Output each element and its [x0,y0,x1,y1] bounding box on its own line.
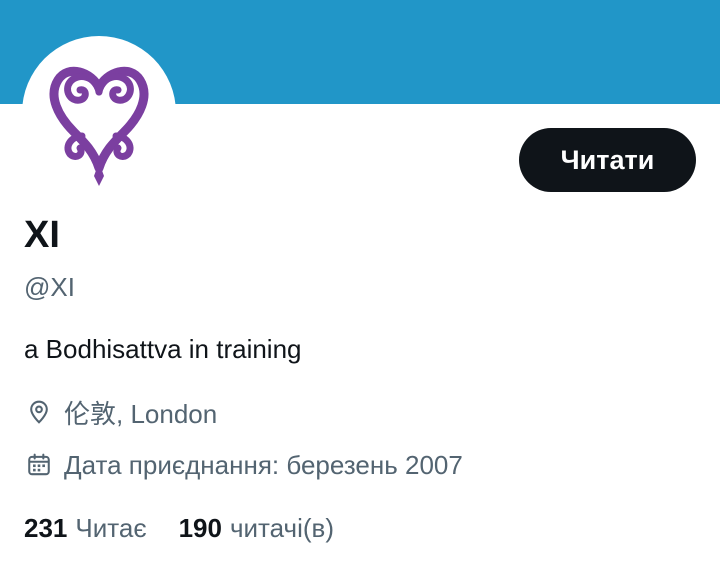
following-link[interactable]: 231 Читає [24,513,147,544]
location-pin-icon [24,397,54,427]
follow-button[interactable]: Читати [519,128,696,192]
profile-join-date: Дата приєднання: березень 2007 [24,447,463,483]
calendar-icon [24,450,54,480]
followers-count: 190 [178,512,222,543]
followers-label: читачі(в) [229,512,335,543]
profile-handle: @XI [24,272,75,302]
profile-bio: a Bodhisattva in training [24,334,302,364]
profile-location: 伦敦, London [24,394,217,430]
sankofa-symbol-icon [49,66,149,186]
following-label: Читає [75,512,147,543]
following-count: 231 [24,512,68,543]
profile-avatar[interactable] [22,36,176,190]
followers-link[interactable]: 190 читачі(в) [179,513,334,544]
profile-display-name: XI [24,214,60,256]
location-text: 伦敦, London [64,398,218,429]
join-date-text: Дата приєднання: березень 2007 [64,449,463,480]
profile-stats: 231 Читає 190 читачі(в) [24,508,334,548]
